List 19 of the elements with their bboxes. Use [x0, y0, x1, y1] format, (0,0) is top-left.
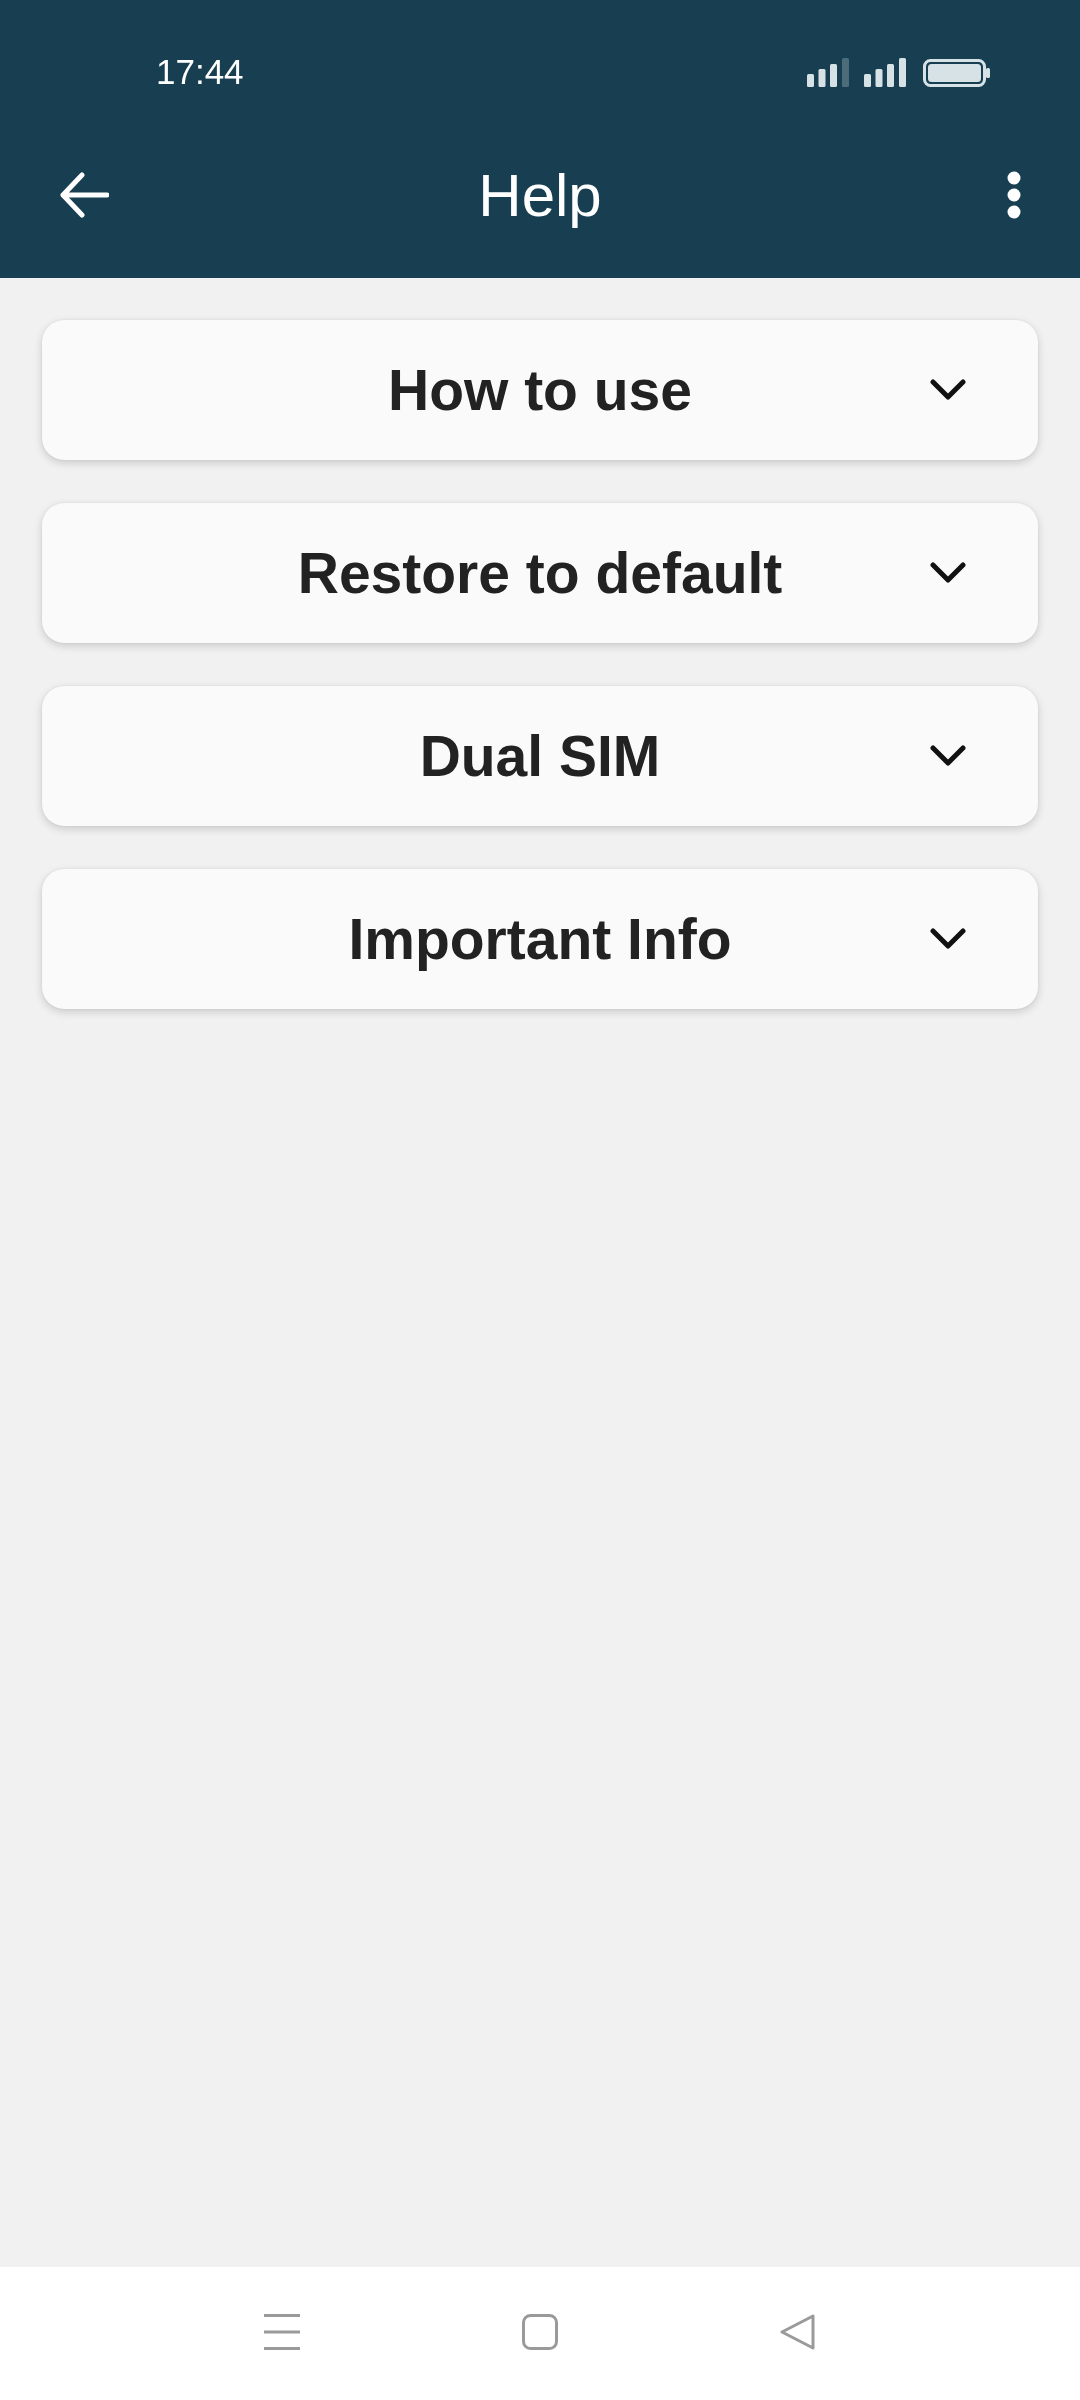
status-time: 17:44 [156, 52, 244, 92]
more-options-icon [1007, 171, 1021, 219]
triangle-icon [780, 2313, 816, 2350]
more-options-button[interactable] [1007, 171, 1021, 219]
nav-home-button[interactable] [522, 2313, 558, 2350]
square-icon [522, 2313, 558, 2350]
nav-back-button[interactable] [780, 2313, 816, 2350]
accordion-header[interactable]: How to use [42, 320, 1038, 460]
back-arrow-icon [59, 171, 109, 219]
signal-icon [807, 57, 849, 87]
menu-icon [264, 2313, 300, 2350]
accordion-header[interactable]: Restore to default [42, 503, 1038, 643]
back-button[interactable] [59, 171, 109, 219]
accordion-header[interactable]: Dual SIM [42, 686, 1038, 826]
accordion-header[interactable]: Important Info [42, 869, 1038, 1009]
battery-icon [923, 58, 990, 87]
signal-icon [864, 57, 906, 87]
nav-menu-button[interactable] [264, 2313, 300, 2350]
screen-title: Help [478, 160, 602, 230]
